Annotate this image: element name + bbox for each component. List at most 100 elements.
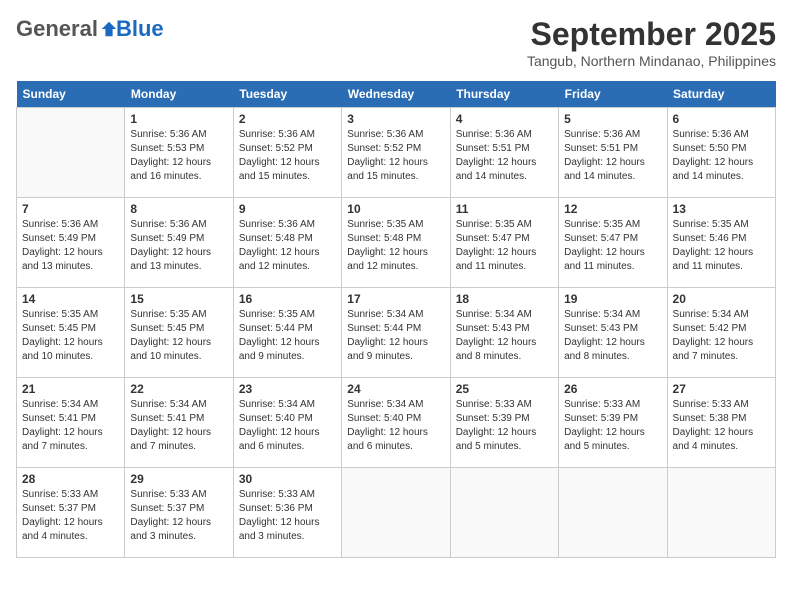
day-number: 11 xyxy=(456,202,553,216)
calendar-week-1: 1 Sunrise: 5:36 AMSunset: 5:53 PMDaylight… xyxy=(17,108,776,198)
calendar-cell: 19Sunrise: 5:34 AMSunset: 5:43 PMDayligh… xyxy=(559,288,667,378)
calendar-cell: 24 Sunrise: 5:34 AMSunset: 5:40 PMDayligh… xyxy=(342,378,450,468)
day-info: Sunrise: 5:36 AMSunset: 5:50 PMDaylight:… xyxy=(673,128,770,184)
day-number: 24 xyxy=(347,382,444,396)
weekday-header-tuesday: Tuesday xyxy=(233,81,341,108)
day-info: Sunrise: 5:36 AMSunset: 5:51 PMDaylight:… xyxy=(564,128,661,184)
calendar-cell: 15 Sunrise: 5:35 AMSunset: 5:45 PMDayligh… xyxy=(125,288,233,378)
calendar-cell: 10 Sunrise: 5:35 AMSunset: 5:48 PMDayligh… xyxy=(342,198,450,288)
day-info: Sunrise: 5:33 AMSunset: 5:39 PMDaylight:… xyxy=(564,398,661,454)
calendar-header-row: SundayMondayTuesdayWednesdayThursdayFrid… xyxy=(17,81,776,108)
title-block: September 2025 Tangub, Northern Mindanao… xyxy=(527,16,776,69)
day-info: Sunrise: 5:34 AMSunset: 5:43 PMDaylight:… xyxy=(564,308,661,364)
day-number: 3 xyxy=(347,112,444,126)
calendar-cell: 8 Sunrise: 5:36 AMSunset: 5:49 PMDaylight… xyxy=(125,198,233,288)
day-info: Sunrise: 5:33 AMSunset: 5:36 PMDaylight:… xyxy=(239,488,336,544)
day-number: 14 xyxy=(22,292,119,306)
day-info: Sunrise: 5:33 AMSunset: 5:39 PMDaylight:… xyxy=(456,398,553,454)
calendar-cell: 12Sunrise: 5:35 AMSunset: 5:47 PMDayligh… xyxy=(559,198,667,288)
calendar-cell: 13 Sunrise: 5:35 AMSunset: 5:46 PMDayligh… xyxy=(667,198,775,288)
day-number: 22 xyxy=(130,382,227,396)
calendar-week-4: 21 Sunrise: 5:34 AMSunset: 5:41 PMDayligh… xyxy=(17,378,776,468)
weekday-header-sunday: Sunday xyxy=(17,81,125,108)
weekday-header-saturday: Saturday xyxy=(667,81,775,108)
page-header: General Blue September 2025 Tangub, Nort… xyxy=(16,16,776,69)
day-info: Sunrise: 5:36 AMSunset: 5:52 PMDaylight:… xyxy=(239,128,336,184)
calendar-cell: 21 Sunrise: 5:34 AMSunset: 5:41 PMDayligh… xyxy=(17,378,125,468)
day-info: Sunrise: 5:33 AMSunset: 5:38 PMDaylight:… xyxy=(673,398,770,454)
calendar-week-2: 7 Sunrise: 5:36 AMSunset: 5:49 PMDaylight… xyxy=(17,198,776,288)
calendar-week-5: 28Sunrise: 5:33 AMSunset: 5:37 PMDayligh… xyxy=(17,468,776,558)
day-number: 17 xyxy=(347,292,444,306)
day-info: Sunrise: 5:35 AMSunset: 5:45 PMDaylight:… xyxy=(22,308,119,364)
calendar-cell: 25 Sunrise: 5:33 AMSunset: 5:39 PMDayligh… xyxy=(450,378,558,468)
day-info: Sunrise: 5:34 AMSunset: 5:40 PMDaylight:… xyxy=(347,398,444,454)
day-info: Sunrise: 5:35 AMSunset: 5:46 PMDaylight:… xyxy=(673,218,770,274)
calendar-cell: 2 Sunrise: 5:36 AMSunset: 5:52 PMDaylight… xyxy=(233,108,341,198)
weekday-header-monday: Monday xyxy=(125,81,233,108)
calendar-cell: 9 Sunrise: 5:36 AMSunset: 5:48 PMDaylight… xyxy=(233,198,341,288)
day-number: 26 xyxy=(564,382,661,396)
weekday-header-thursday: Thursday xyxy=(450,81,558,108)
day-number: 13 xyxy=(673,202,770,216)
day-number: 8 xyxy=(130,202,227,216)
calendar-cell: 22Sunrise: 5:34 AMSunset: 5:41 PMDayligh… xyxy=(125,378,233,468)
day-number: 18 xyxy=(456,292,553,306)
logo: General Blue xyxy=(16,16,164,42)
day-number: 29 xyxy=(130,472,227,486)
calendar-cell: 28Sunrise: 5:33 AMSunset: 5:37 PMDayligh… xyxy=(17,468,125,558)
calendar-cell: 17 Sunrise: 5:34 AMSunset: 5:44 PMDayligh… xyxy=(342,288,450,378)
day-info: Sunrise: 5:33 AMSunset: 5:37 PMDaylight:… xyxy=(130,488,227,544)
day-info: Sunrise: 5:36 AMSunset: 5:53 PMDaylight:… xyxy=(130,128,227,184)
day-info: Sunrise: 5:36 AMSunset: 5:49 PMDaylight:… xyxy=(22,218,119,274)
location: Tangub, Northern Mindanao, Philippines xyxy=(527,53,776,69)
day-number: 2 xyxy=(239,112,336,126)
calendar-cell xyxy=(667,468,775,558)
calendar-cell: 29 Sunrise: 5:33 AMSunset: 5:37 PMDayligh… xyxy=(125,468,233,558)
calendar-table: SundayMondayTuesdayWednesdayThursdayFrid… xyxy=(16,81,776,558)
day-info: Sunrise: 5:35 AMSunset: 5:47 PMDaylight:… xyxy=(456,218,553,274)
day-number: 27 xyxy=(673,382,770,396)
day-number: 1 xyxy=(130,112,227,126)
day-info: Sunrise: 5:36 AMSunset: 5:49 PMDaylight:… xyxy=(130,218,227,274)
logo-blue-text: Blue xyxy=(116,16,164,42)
day-info: Sunrise: 5:36 AMSunset: 5:48 PMDaylight:… xyxy=(239,218,336,274)
calendar-week-3: 14 Sunrise: 5:35 AMSunset: 5:45 PMDayligh… xyxy=(17,288,776,378)
day-number: 5 xyxy=(564,112,661,126)
day-info: Sunrise: 5:34 AMSunset: 5:44 PMDaylight:… xyxy=(347,308,444,364)
day-number: 6 xyxy=(673,112,770,126)
calendar-cell: 27 Sunrise: 5:33 AMSunset: 5:38 PMDayligh… xyxy=(667,378,775,468)
day-info: Sunrise: 5:35 AMSunset: 5:48 PMDaylight:… xyxy=(347,218,444,274)
day-info: Sunrise: 5:35 AMSunset: 5:44 PMDaylight:… xyxy=(239,308,336,364)
calendar-cell: 3 Sunrise: 5:36 AMSunset: 5:52 PMDaylight… xyxy=(342,108,450,198)
day-number: 15 xyxy=(130,292,227,306)
day-number: 7 xyxy=(22,202,119,216)
calendar-cell: 7 Sunrise: 5:36 AMSunset: 5:49 PMDaylight… xyxy=(17,198,125,288)
day-info: Sunrise: 5:36 AMSunset: 5:52 PMDaylight:… xyxy=(347,128,444,184)
day-info: Sunrise: 5:34 AMSunset: 5:40 PMDaylight:… xyxy=(239,398,336,454)
weekday-header-wednesday: Wednesday xyxy=(342,81,450,108)
day-number: 21 xyxy=(22,382,119,396)
calendar-cell xyxy=(559,468,667,558)
day-info: Sunrise: 5:34 AMSunset: 5:43 PMDaylight:… xyxy=(456,308,553,364)
calendar-cell xyxy=(17,108,125,198)
calendar-cell: 30 Sunrise: 5:33 AMSunset: 5:36 PMDayligh… xyxy=(233,468,341,558)
day-number: 30 xyxy=(239,472,336,486)
calendar-cell: 18 Sunrise: 5:34 AMSunset: 5:43 PMDayligh… xyxy=(450,288,558,378)
calendar-cell: 20Sunrise: 5:34 AMSunset: 5:42 PMDayligh… xyxy=(667,288,775,378)
day-number: 25 xyxy=(456,382,553,396)
calendar-cell: 26 Sunrise: 5:33 AMSunset: 5:39 PMDayligh… xyxy=(559,378,667,468)
weekday-header-friday: Friday xyxy=(559,81,667,108)
day-info: Sunrise: 5:36 AMSunset: 5:51 PMDaylight:… xyxy=(456,128,553,184)
calendar-cell xyxy=(450,468,558,558)
day-number: 20 xyxy=(673,292,770,306)
day-info: Sunrise: 5:35 AMSunset: 5:45 PMDaylight:… xyxy=(130,308,227,364)
day-number: 12 xyxy=(564,202,661,216)
day-number: 9 xyxy=(239,202,336,216)
calendar-cell: 11 Sunrise: 5:35 AMSunset: 5:47 PMDayligh… xyxy=(450,198,558,288)
calendar-cell: 1 Sunrise: 5:36 AMSunset: 5:53 PMDaylight… xyxy=(125,108,233,198)
day-number: 23 xyxy=(239,382,336,396)
day-number: 10 xyxy=(347,202,444,216)
day-info: Sunrise: 5:34 AMSunset: 5:41 PMDaylight:… xyxy=(22,398,119,454)
calendar-cell: 14 Sunrise: 5:35 AMSunset: 5:45 PMDayligh… xyxy=(17,288,125,378)
